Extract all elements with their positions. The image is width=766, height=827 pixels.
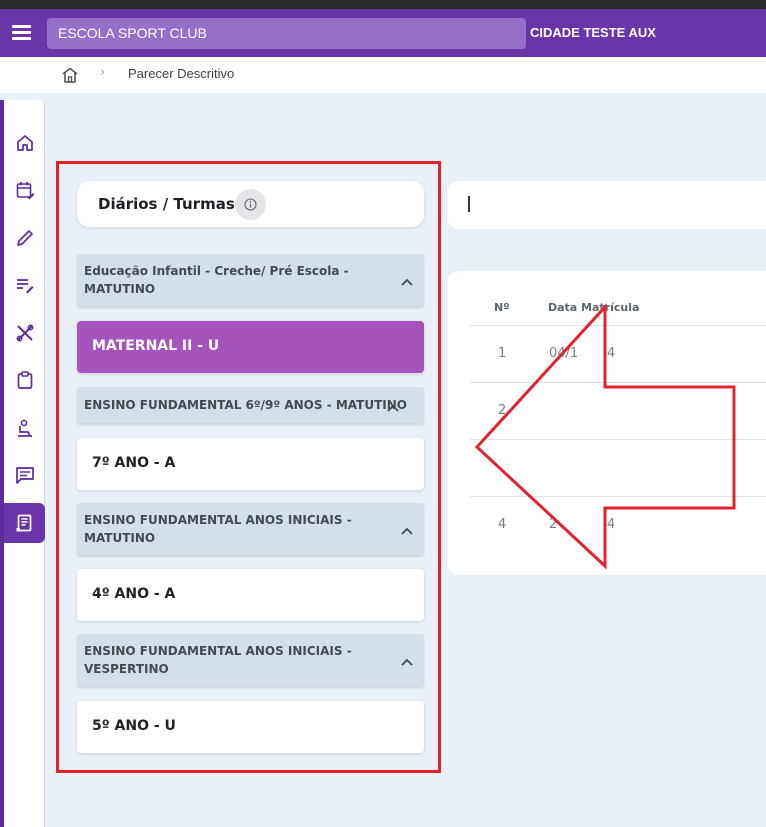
class-label: 5º ANO - U (92, 718, 176, 734)
panel-title: Diários / Turmas (98, 195, 235, 213)
breadcrumb-separator-icon: › (100, 65, 106, 80)
group-label: ENSINO FUNDAMENTAL ANOS INICIAIS - MATUT… (84, 513, 352, 545)
class-label: 7º ANO - A (92, 455, 176, 471)
group-label: ENSINO FUNDAMENTAL ANOS INICIAIS - VESPE… (84, 644, 352, 676)
chevron-up-icon (401, 527, 413, 535)
sidebar-item-calendar[interactable] (4, 170, 45, 210)
sidebar-item-home[interactable] (4, 123, 45, 163)
tools-icon (16, 324, 33, 342)
chevron-up-icon (401, 658, 413, 666)
panel-header: Diários / Turmas (77, 181, 424, 227)
sidebar-item-parecer-descritivo[interactable] (4, 503, 45, 543)
student-desk-icon (17, 419, 32, 437)
school-select[interactable]: ESCOLA SPORT CLUB (47, 18, 526, 49)
calendar-edit-icon (16, 182, 34, 200)
sidebar-item-students[interactable] (4, 408, 45, 448)
breadcrumb-current-page: Parecer Descritivo (128, 66, 235, 81)
group-header[interactable]: ENSINO FUNDAMENTAL ANOS INICIAIS - VESPE… (77, 634, 424, 686)
report-icon (16, 514, 31, 532)
chat-icon (15, 467, 34, 484)
window-top-strip (0, 0, 766, 9)
sidebar-item-clipboard[interactable] (4, 360, 45, 400)
red-arrow-annotation (474, 303, 736, 570)
group-label: Educação Infantil - Creche/ Pré Escola -… (84, 264, 349, 296)
group-header[interactable]: Educação Infantil - Creche/ Pré Escola -… (77, 254, 424, 306)
group-header[interactable]: ENSINO FUNDAMENTAL ANOS INICIAIS - MATUT… (77, 503, 424, 555)
app-bar: ESCOLA SPORT CLUB CIDADE TESTE AUX (0, 9, 766, 57)
breadcrumb-home-icon[interactable] (61, 67, 79, 83)
info-button[interactable] (235, 189, 266, 220)
home-icon (16, 135, 33, 151)
class-label: MATERNAL II - U (92, 338, 220, 354)
chevron-up-icon (387, 404, 399, 412)
chevron-up-icon (401, 278, 413, 286)
clipboard-icon (17, 371, 32, 389)
pencil-icon (16, 230, 33, 246)
class-label: 4º ANO - A (92, 586, 176, 602)
breadcrumb: › Parecer Descritivo (0, 57, 766, 93)
sidebar-item-messages[interactable] (4, 455, 45, 495)
sidebar-item-tools[interactable] (4, 313, 45, 353)
class-item[interactable]: 7º ANO - A (77, 438, 424, 490)
class-item[interactable]: 5º ANO - U (77, 701, 424, 753)
sidebar (0, 100, 45, 827)
search-card[interactable] (447, 181, 766, 229)
class-item[interactable]: 4º ANO - A (77, 569, 424, 621)
notes-edit-icon (16, 279, 33, 294)
sidebar-item-edit[interactable] (4, 218, 45, 258)
group-label: ENSINO FUNDAMENTAL 6º/9º ANOS - MATUTINO (84, 398, 407, 412)
sidebar-item-notes[interactable] (4, 265, 45, 305)
text-cursor (468, 196, 470, 212)
menu-icon[interactable] (12, 25, 31, 40)
group-header[interactable]: ENSINO FUNDAMENTAL 6º/9º ANOS - MATUTINO (77, 387, 424, 423)
city-label: CIDADE TESTE AUX (530, 25, 656, 40)
info-icon (244, 198, 257, 211)
class-item[interactable]: MATERNAL II - U (77, 321, 424, 373)
